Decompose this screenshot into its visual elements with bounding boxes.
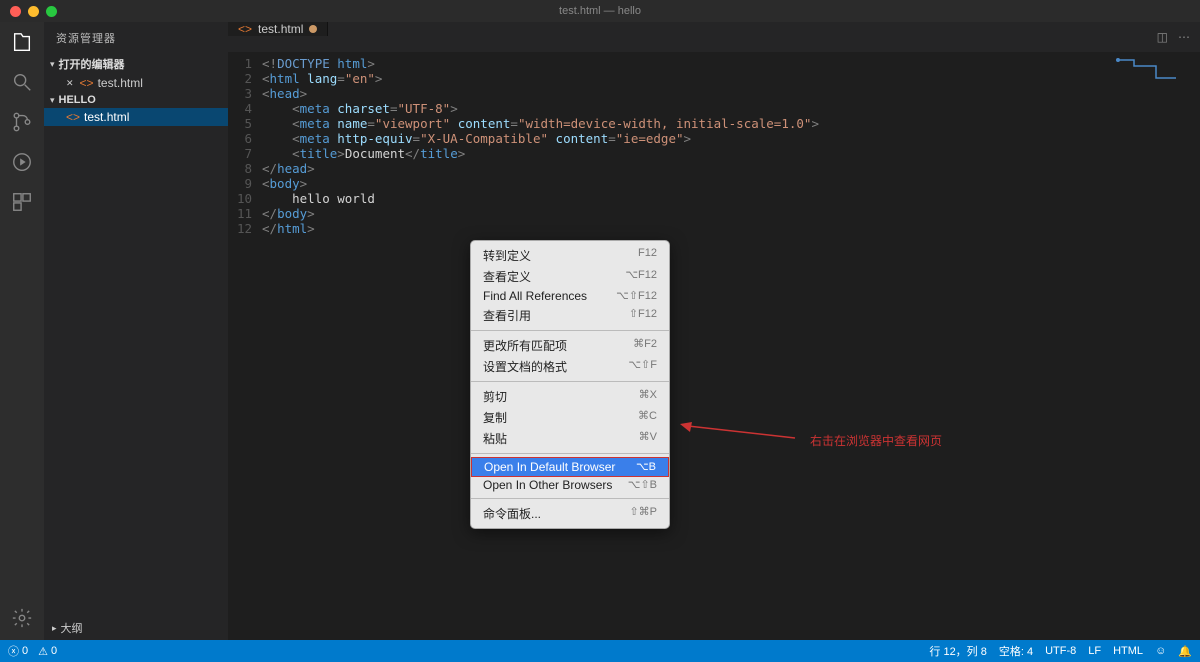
outline-section[interactable]: ▸ 大纲: [44, 616, 228, 640]
menu-item-label: 更改所有匹配项: [483, 337, 567, 354]
context-menu-item[interactable]: 转到定义 F12: [471, 245, 669, 266]
context-menu-item[interactable]: 查看定义 ⌥F12: [471, 266, 669, 287]
status-item[interactable]: 🔔: [1178, 645, 1192, 658]
html-file-icon: <>: [66, 110, 80, 124]
chevron-down-icon: ▾: [50, 95, 55, 106]
menu-item-shortcut: F12: [638, 247, 657, 264]
status-item[interactable]: UTF-8: [1045, 645, 1076, 657]
minimap[interactable]: [1116, 56, 1196, 82]
menu-item-label: 查看定义: [483, 268, 531, 285]
context-menu-item[interactable]: 粘贴 ⌘V: [471, 428, 669, 449]
sidebar-section-header[interactable]: ▾HELLO: [44, 92, 228, 108]
context-menu-item[interactable]: 更改所有匹配项 ⌘F2: [471, 335, 669, 356]
menu-item-shortcut: ⌘V: [639, 430, 657, 447]
status-item[interactable]: ⚠0: [38, 643, 57, 659]
code-editor[interactable]: 123456789101112 <!DOCTYPE html><html lan…: [228, 52, 1200, 640]
menu-item-label: 剪切: [483, 388, 507, 405]
menu-item-label: Find All References: [483, 289, 587, 303]
tab-label: test.html: [258, 22, 303, 36]
menu-item-shortcut: ⌘F2: [633, 337, 657, 354]
close-icon[interactable]: ✕: [66, 78, 74, 89]
status-item[interactable]: 空格: 4: [999, 643, 1033, 659]
menu-item-shortcut: ⌘X: [639, 388, 657, 405]
menu-item-label: 查看引用: [483, 307, 531, 324]
status-item[interactable]: ☺: [1155, 645, 1166, 657]
errors-icon: ⓧ: [8, 643, 19, 659]
feedback-icon: ☺: [1155, 645, 1166, 657]
context-menu-item[interactable]: Open In Default Browser ⌥B: [471, 457, 669, 477]
menu-item-label: Open In Other Browsers: [483, 478, 612, 492]
tab-bar: <> test.html ◫ ⋯: [228, 22, 1200, 52]
status-item[interactable]: ⓧ0: [8, 643, 28, 659]
settings-icon[interactable]: [10, 606, 34, 630]
menu-separator: [471, 381, 669, 382]
titlebar: test.html — hello: [0, 0, 1200, 22]
explorer-icon[interactable]: [10, 30, 34, 54]
warnings-icon: ⚠: [38, 645, 48, 658]
debug-icon[interactable]: [10, 150, 34, 174]
menu-separator: [471, 330, 669, 331]
status-item[interactable]: HTML: [1113, 645, 1143, 657]
editor-area: <> test.html ◫ ⋯ 123456789101112 <!DOCTYP…: [228, 22, 1200, 640]
outline-label: 大纲: [61, 620, 83, 636]
html-file-icon: <>: [80, 76, 94, 90]
editor-tab[interactable]: <> test.html: [228, 22, 328, 36]
activity-bar: [0, 22, 44, 640]
more-actions-icon[interactable]: ⋯: [1178, 30, 1190, 44]
html-file-icon: <>: [238, 22, 252, 36]
menu-item-shortcut: ⌘C: [638, 409, 657, 426]
context-menu-item[interactable]: Open In Other Browsers ⌥⇧B: [471, 476, 669, 494]
sidebar-header: 资源管理器: [44, 22, 228, 54]
context-menu: 转到定义 F12 查看定义 ⌥F12 Find All References ⌥⇧F12 查…: [470, 240, 670, 529]
menu-item-label: 转到定义: [483, 247, 531, 264]
context-menu-item[interactable]: Find All References ⌥⇧F12: [471, 287, 669, 305]
close-window-button[interactable]: [10, 6, 21, 17]
context-menu-item[interactable]: 复制 ⌘C: [471, 407, 669, 428]
context-menu-item[interactable]: 设置文档的格式 ⌥⇧F: [471, 356, 669, 377]
chevron-right-icon: ▸: [52, 623, 57, 634]
window-title: test.html — hello: [559, 5, 641, 17]
menu-item-label: 粘贴: [483, 430, 507, 447]
menu-item-label: 命令面板...: [483, 505, 541, 522]
sidebar-section-header[interactable]: ▾打开的编辑器: [44, 54, 228, 74]
sidebar-file-item[interactable]: <> test.html: [44, 108, 228, 126]
annotation-text: 右击在浏览器中查看网页: [810, 432, 942, 449]
search-icon[interactable]: [10, 70, 34, 94]
menu-item-shortcut: ⌥B: [636, 460, 656, 474]
menu-item-label: 设置文档的格式: [483, 358, 567, 375]
context-menu-item[interactable]: 命令面板... ⇧⌘P: [471, 503, 669, 524]
window-controls: [10, 6, 57, 17]
menu-separator: [471, 453, 669, 454]
status-item[interactable]: 行 12，列 8: [929, 643, 986, 659]
maximize-window-button[interactable]: [46, 6, 57, 17]
menu-item-shortcut: ⌥⇧B: [628, 478, 657, 492]
annotation-arrow: [680, 418, 800, 448]
menu-item-shortcut: ⌥F12: [625, 268, 657, 285]
menu-item-shortcut: ⇧⌘P: [629, 505, 657, 522]
context-menu-item[interactable]: 剪切 ⌘X: [471, 386, 669, 407]
menu-item-label: 复制: [483, 409, 507, 426]
menu-item-shortcut: ⌥⇧F12: [616, 289, 657, 303]
menu-item-shortcut: ⌥⇧F: [628, 358, 657, 375]
explorer-sidebar: 资源管理器 ▾打开的编辑器✕<> test.html▾HELLO<> test.…: [44, 22, 228, 640]
menu-item-label: Open In Default Browser: [484, 460, 615, 474]
menu-separator: [471, 498, 669, 499]
status-item[interactable]: LF: [1088, 645, 1101, 657]
chevron-down-icon: ▾: [50, 59, 55, 70]
context-menu-item[interactable]: 查看引用 ⇧F12: [471, 305, 669, 326]
status-bar: ⓧ0 ⚠0 行 12，列 8 空格: 4 UTF-8 LF HTML ☺ 🔔: [0, 640, 1200, 662]
menu-item-shortcut: ⇧F12: [629, 307, 657, 324]
extensions-icon[interactable]: [10, 190, 34, 214]
source-control-icon[interactable]: [10, 110, 34, 134]
bell-icon: 🔔: [1178, 645, 1192, 658]
split-editor-icon[interactable]: ◫: [1157, 30, 1168, 44]
minimize-window-button[interactable]: [28, 6, 39, 17]
sidebar-file-item[interactable]: ✕<> test.html: [44, 74, 228, 92]
modified-indicator: [309, 25, 317, 33]
